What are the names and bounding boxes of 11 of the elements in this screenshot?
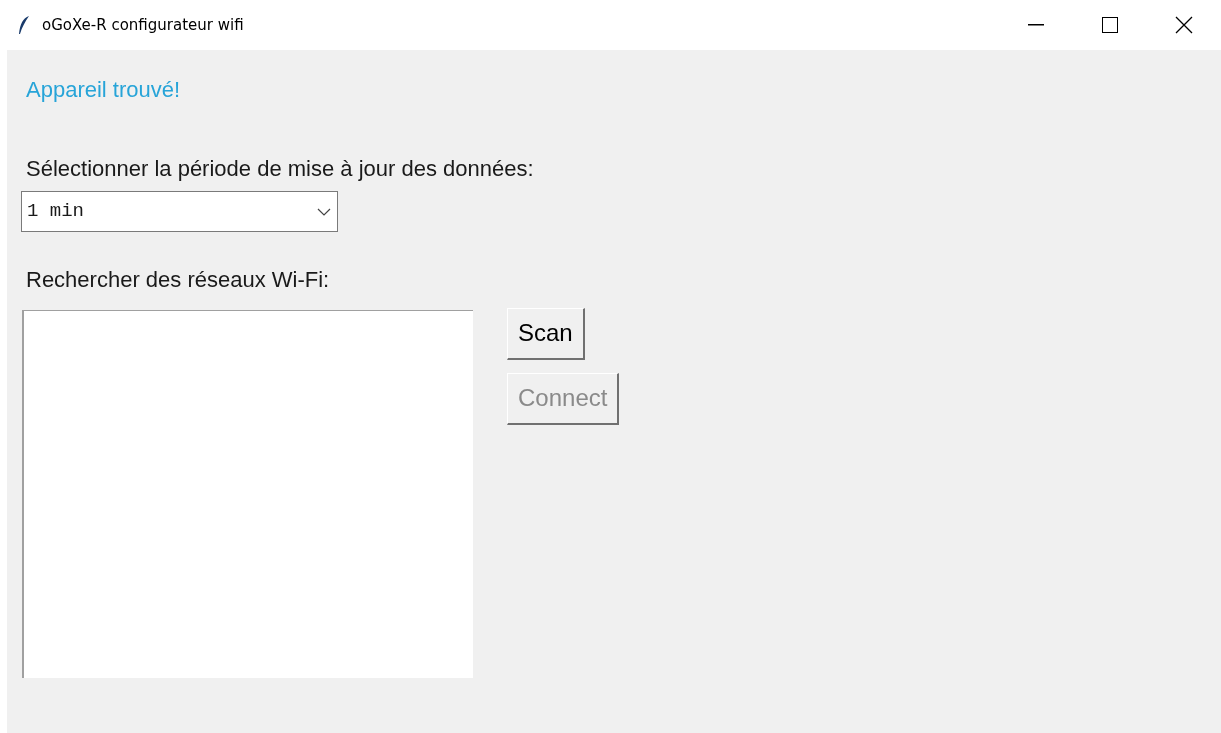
scan-button[interactable]: Scan [507, 308, 585, 360]
period-label: Sélectionner la période de mise à jour des données: [26, 156, 534, 181]
status-text: Appareil trouvé! [26, 77, 181, 102]
window-title: oGoXe-R configurateur wifi [42, 14, 244, 36]
maximize-icon[interactable] [1102, 17, 1118, 33]
period-dropdown[interactable]: 1 min [21, 191, 338, 232]
minimize-icon[interactable] [1028, 24, 1044, 26]
close-icon[interactable] [1175, 16, 1193, 34]
networks-label: Rechercher des réseaux Wi-Fi: [26, 267, 330, 292]
feather-icon [18, 15, 30, 35]
chevron-icon [317, 207, 331, 216]
